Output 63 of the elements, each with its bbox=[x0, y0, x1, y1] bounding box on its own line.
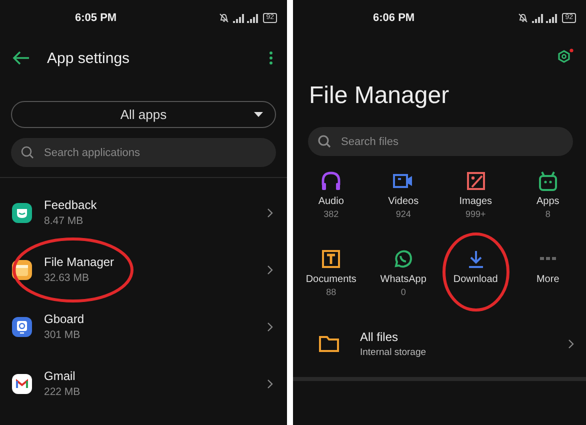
page-title: App settings bbox=[47, 50, 130, 66]
category-label: Download bbox=[453, 274, 498, 285]
chevron-right-icon bbox=[267, 264, 273, 274]
bell-off-icon bbox=[518, 13, 528, 23]
category-tile[interactable]: Documents 88 bbox=[306, 248, 356, 316]
category-label: Images bbox=[459, 196, 492, 207]
app-list-item[interactable]: Feedback 8.47 MB bbox=[0, 184, 287, 241]
chevron-right-icon bbox=[267, 208, 273, 218]
category-label: More bbox=[536, 274, 560, 285]
signal-icon bbox=[532, 14, 558, 22]
search-field[interactable]: Search applications bbox=[11, 138, 276, 167]
category-tile[interactable]: Download bbox=[453, 248, 498, 316]
caret-icon bbox=[254, 112, 263, 117]
app-name: Feedback bbox=[44, 198, 97, 212]
category-count: 88 bbox=[326, 287, 336, 297]
category-label: Videos bbox=[388, 196, 419, 207]
all-files-subtitle: Internal storage bbox=[360, 347, 426, 358]
search-icon bbox=[318, 135, 331, 148]
category-count: 924 bbox=[396, 209, 411, 219]
chevron-right-icon bbox=[568, 339, 574, 349]
search-field[interactable]: Search files bbox=[308, 127, 573, 156]
mail-app-icon bbox=[12, 374, 32, 394]
chevron-right-icon bbox=[267, 322, 273, 332]
app-list-item[interactable]: File Manager 32.63 MB bbox=[0, 241, 287, 298]
more-options-icon[interactable] bbox=[269, 51, 273, 65]
category-tile[interactable]: Apps 8 bbox=[536, 170, 560, 238]
category-count: 382 bbox=[324, 209, 339, 219]
category-label: Documents bbox=[306, 274, 356, 285]
category-tile[interactable]: More bbox=[536, 248, 560, 316]
app-name: Gboard bbox=[44, 312, 84, 326]
app-name: Gmail bbox=[44, 369, 76, 383]
app-size: 222 MB bbox=[44, 386, 80, 398]
category-tile[interactable]: Videos 924 bbox=[388, 170, 419, 238]
app-list-item[interactable]: Gboard 301 MB bbox=[0, 298, 287, 355]
chevron-right-icon bbox=[267, 378, 273, 388]
feedback-app-icon bbox=[12, 202, 32, 222]
category-count: 8 bbox=[545, 209, 550, 219]
category-count: 999+ bbox=[465, 209, 486, 219]
keyboard-app-icon bbox=[12, 316, 32, 336]
category-tile[interactable]: Images 999+ bbox=[459, 170, 492, 238]
all-files-item[interactable]: All files Internal storage bbox=[293, 321, 586, 367]
back-icon[interactable] bbox=[12, 51, 30, 65]
status-time: 6:05 PM bbox=[75, 12, 117, 24]
app-size: 32.63 MB bbox=[44, 272, 90, 284]
status-time: 6:06 PM bbox=[373, 12, 415, 24]
all-files-title: All files bbox=[360, 330, 400, 344]
category-label: Apps bbox=[536, 196, 560, 207]
search-icon bbox=[21, 146, 34, 159]
category-label: Audio bbox=[318, 196, 344, 207]
category-tile[interactable]: Audio 382 bbox=[318, 170, 344, 238]
page-title: File Manager bbox=[308, 82, 450, 110]
app-size: 301 MB bbox=[44, 329, 82, 341]
category-tile[interactable]: WhatsApp 0 bbox=[380, 248, 426, 316]
app-size: 8.47 MB bbox=[44, 215, 84, 227]
bell-off-icon bbox=[219, 13, 230, 23]
settings-icon[interactable] bbox=[556, 48, 574, 66]
category-count: 0 bbox=[400, 287, 406, 297]
app-filter-dropdown[interactable]: All apps bbox=[11, 101, 276, 128]
signal-icon bbox=[233, 14, 260, 22]
folder-icon bbox=[318, 335, 340, 353]
app-list-item[interactable]: Gmail 222 MB bbox=[0, 355, 287, 412]
app-name: File Manager bbox=[44, 255, 114, 269]
category-label: WhatsApp bbox=[380, 274, 426, 285]
